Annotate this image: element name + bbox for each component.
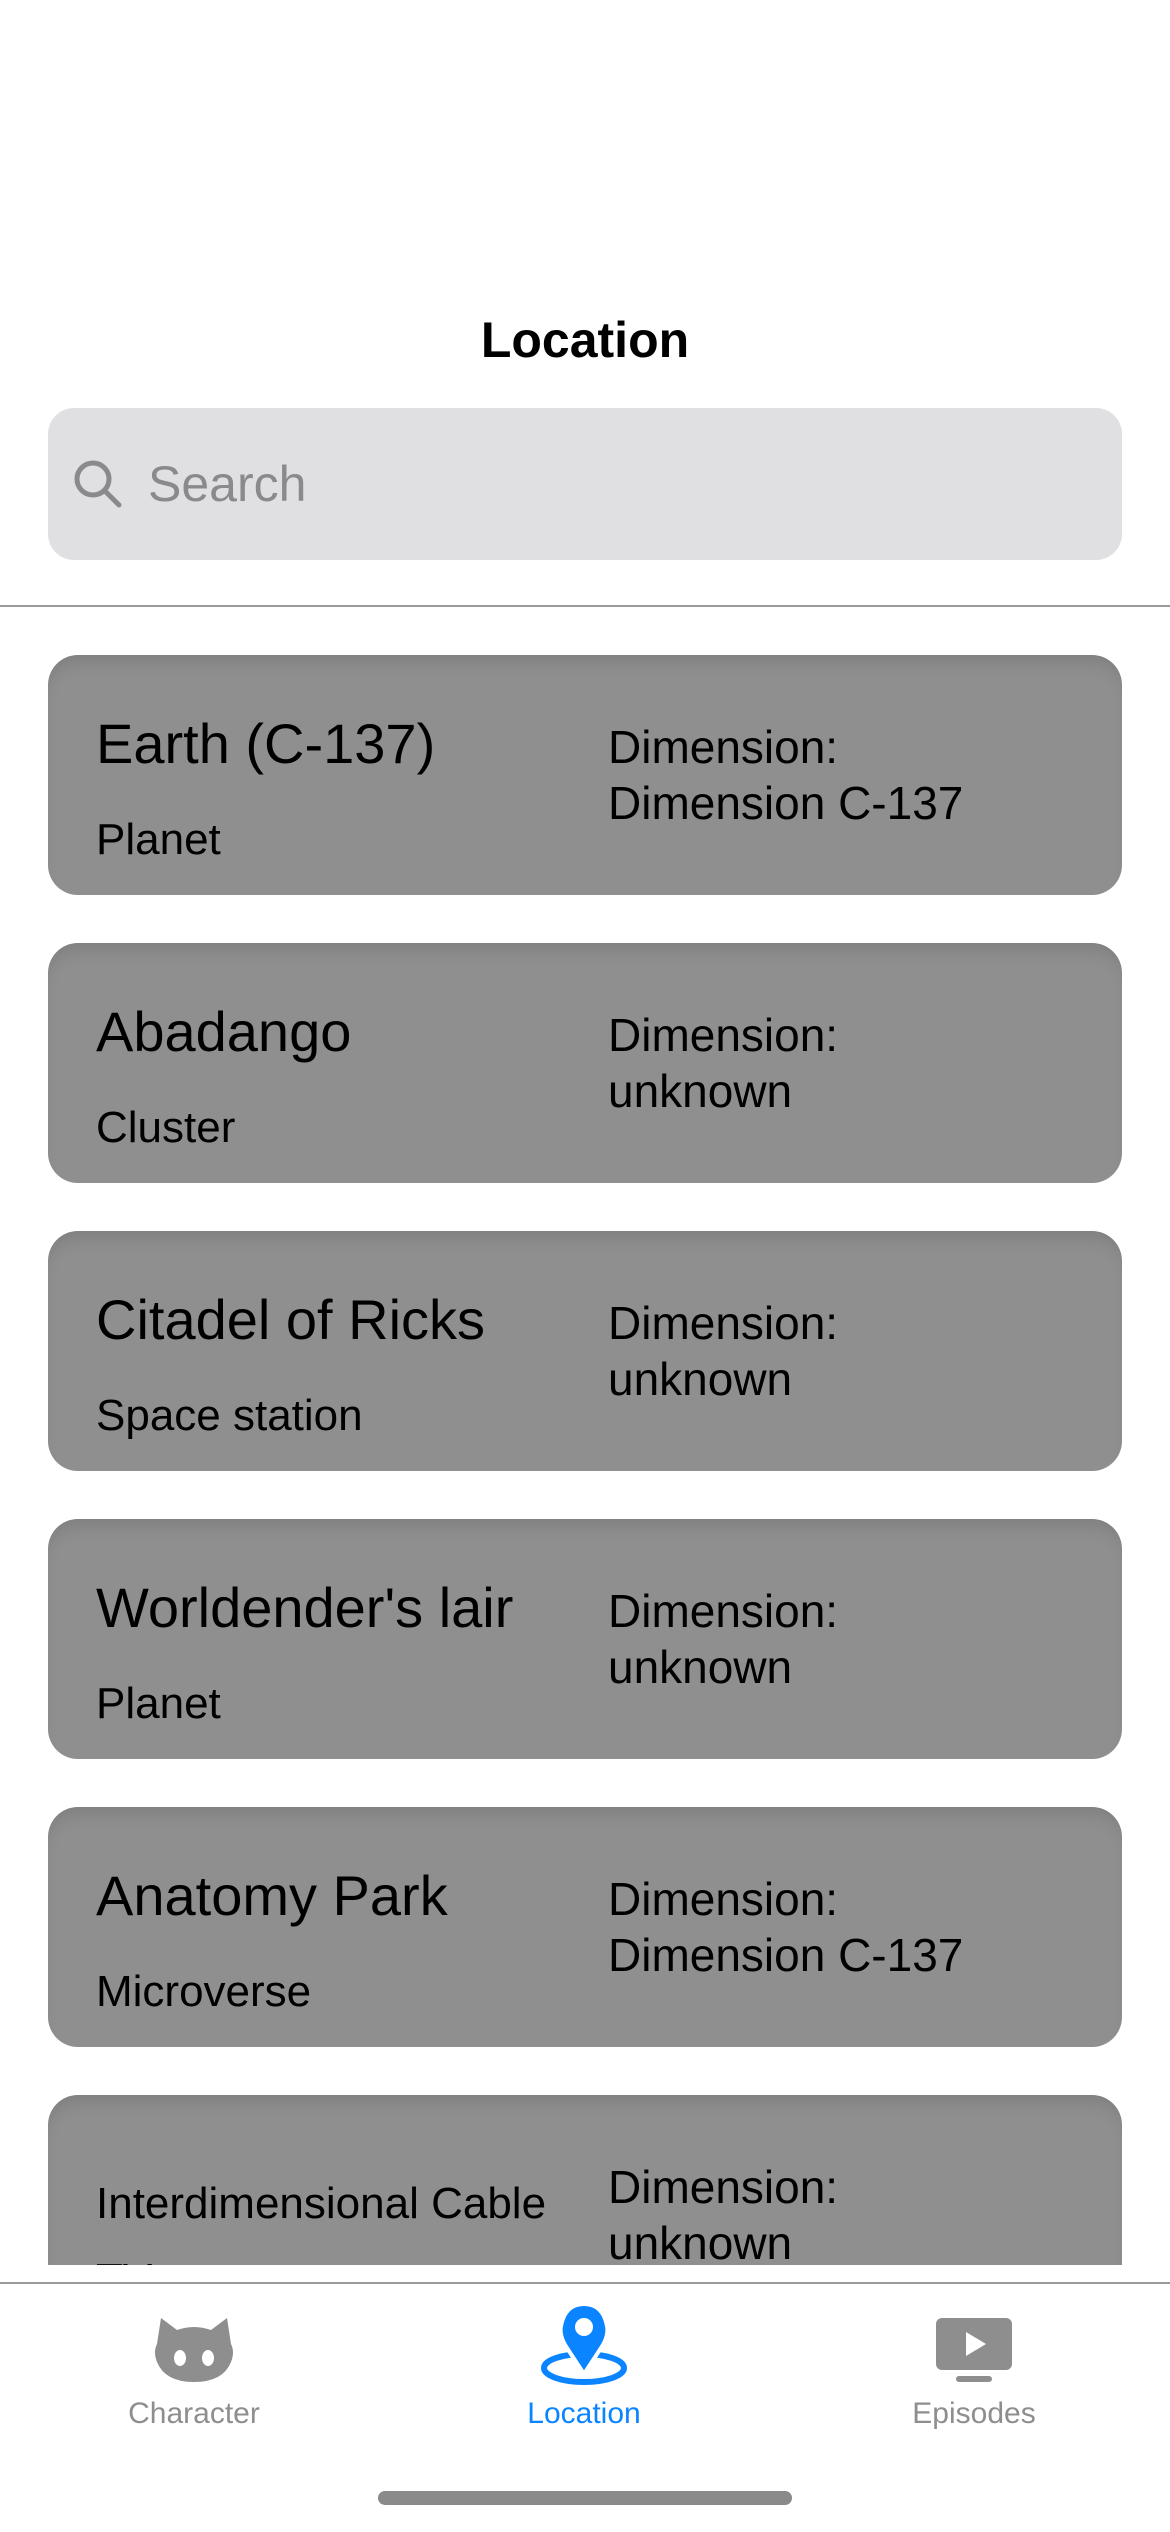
page-title: Location — [480, 312, 690, 368]
location-name: Worldender's lair — [96, 1576, 514, 1639]
dimension-label: Dimension: — [608, 1297, 839, 1349]
dimension-label: Dimension: — [608, 1873, 839, 1925]
location-name: Abadango — [96, 1000, 352, 1063]
location-card[interactable]: Earth (C-137) Planet Dimension: Dimensio… — [48, 655, 1122, 895]
search-input[interactable] — [146, 443, 1090, 525]
search-icon — [70, 456, 126, 512]
dimension-value: unknown — [608, 1353, 793, 1405]
location-name: Interdimensional Cable — [96, 2179, 547, 2228]
tab-episodes[interactable]: Episodes — [844, 2296, 1104, 2436]
location-type: TV — [96, 2253, 152, 2265]
location-card[interactable]: Anatomy Park Microverse Dimension: Dimen… — [48, 1807, 1122, 2047]
github-cat-icon — [64, 2296, 324, 2386]
dimension-value: unknown — [608, 1641, 793, 1693]
dimension-label: Dimension: — [608, 2161, 839, 2213]
tab-character[interactable]: Character — [64, 2296, 324, 2436]
location-name: Citadel of Ricks — [96, 1288, 486, 1351]
dimension-value: unknown — [608, 1065, 793, 1117]
location-type: Cluster — [96, 1103, 236, 1152]
location-type: Planet — [96, 815, 221, 864]
location-card[interactable]: Interdimensional Cable TV Dimension: unk… — [48, 2095, 1122, 2265]
location-name: Earth (C-137) — [96, 712, 436, 775]
location-card[interactable]: Worldender's lair Planet Dimension: unkn… — [48, 1519, 1122, 1759]
dimension-label: Dimension: — [608, 721, 839, 773]
location-type: Microverse — [96, 1967, 312, 2016]
home-indicator[interactable] — [378, 2491, 792, 2505]
location-card[interactable]: Citadel of Ricks Space station Dimension… — [48, 1231, 1122, 1471]
tab-location[interactable]: Location — [454, 2296, 714, 2436]
tabbar-divider — [0, 2282, 1170, 2284]
location-card[interactable]: Abadango Cluster Dimension: unknown — [48, 943, 1122, 1183]
play-tv-icon — [844, 2296, 1104, 2386]
dimension-value: Dimension C-137 — [608, 777, 964, 829]
location-list[interactable]: Earth (C-137) Planet Dimension: Dimensio… — [0, 607, 1170, 2265]
tab-label: Character — [128, 2397, 260, 2430]
dimension-label: Dimension: — [608, 1009, 839, 1061]
location-type: Planet — [96, 1679, 221, 1728]
dimension-value: unknown — [608, 2217, 793, 2265]
location-name: Anatomy Park — [96, 1864, 448, 1927]
search-bar[interactable] — [48, 408, 1122, 560]
map-pin-icon — [454, 2296, 714, 2386]
dimension-value: Dimension C-137 — [608, 1929, 964, 1981]
tab-label: Location — [527, 2397, 641, 2430]
location-type: Space station — [96, 1391, 363, 1440]
dimension-label: Dimension: — [608, 1585, 839, 1637]
tab-label: Episodes — [912, 2397, 1036, 2430]
